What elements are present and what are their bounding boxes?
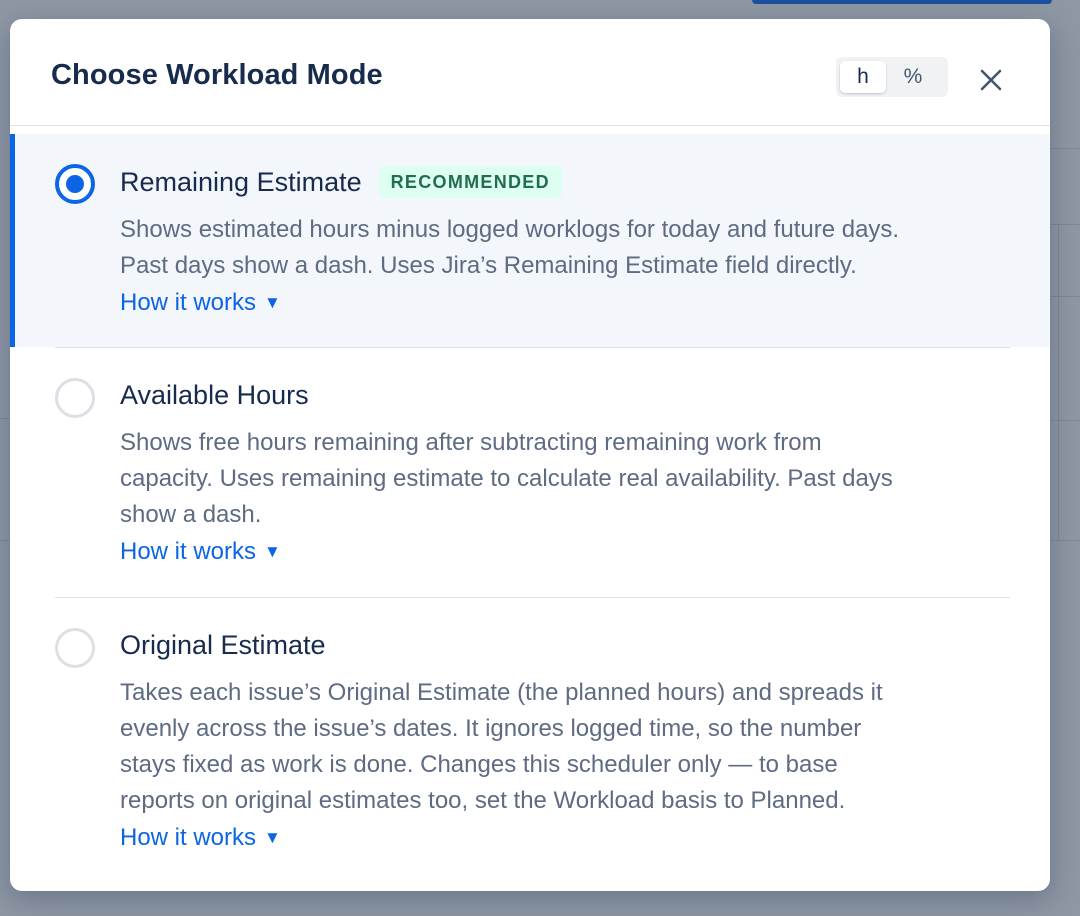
workload-mode-modal: Choose Workload Mode h % Remaining Estim… [10,19,1050,891]
background-grid-line [1050,224,1080,225]
option-description: Shows free hours remaining after subtrac… [120,425,1020,533]
how-it-works-label: How it works [120,824,257,851]
unit-hours-button[interactable]: h [840,61,886,93]
option-description-line: capacity. Uses remaining estimate to cal… [120,465,893,492]
caret-down-icon: ▼ [264,293,281,312]
background-primary-button [752,0,1052,4]
option-description: Shows estimated hours minus logged workl… [120,212,1020,284]
option-title-row: Original Estimate [120,630,326,661]
caret-down-icon: ▼ [264,542,281,561]
option-description-line: reports on original estimates too, set t… [120,787,846,814]
option-original-estimate[interactable]: Original Estimate Takes each issue’s Ori… [10,598,1050,888]
close-button[interactable] [974,63,1008,97]
radio-available-hours[interactable] [55,378,95,418]
option-title-row: Available Hours [120,380,309,411]
background-grid-line [0,540,10,541]
modal-header: Choose Workload Mode h % [10,19,1050,126]
unit-percent-button[interactable]: % [890,61,936,93]
option-description-line: stays fixed as work is done. Changes thi… [120,751,838,778]
option-description-line: show a dash. [120,501,262,528]
unit-toggle: h % [836,57,948,97]
modal-title: Choose Workload Mode [51,59,383,91]
close-icon [980,69,1002,91]
background-grid-line [1050,148,1080,149]
option-description-line: Shows estimated hours minus logged workl… [120,216,900,243]
option-title: Available Hours [120,380,309,410]
option-description: Takes each issue’s Original Estimate (th… [120,675,1020,819]
how-it-works-label: How it works [120,289,257,316]
radio-remaining-estimate[interactable] [55,164,95,204]
option-title-row: Remaining Estimate RECOMMENDED [120,166,562,198]
caret-down-icon: ▼ [264,828,281,847]
option-remaining-estimate[interactable]: Remaining Estimate RECOMMENDED Shows est… [10,134,1050,347]
selected-accent-bar [10,134,15,347]
option-available-hours[interactable]: Available Hours Shows free hours remaini… [10,348,1050,597]
how-it-works-link[interactable]: How it works ▼ [120,289,281,317]
option-description-line: evenly across the issue’s dates. It igno… [120,715,862,742]
option-title: Original Estimate [120,630,326,660]
recommended-badge: RECOMMENDED [378,166,562,198]
option-description-line: Takes each issue’s Original Estimate (th… [120,679,883,706]
background-grid-line [0,418,10,419]
background-grid-line [1050,540,1080,541]
radio-original-estimate[interactable] [55,628,95,668]
how-it-works-link[interactable]: How it works ▼ [120,824,281,852]
background-grid-line [1050,296,1080,297]
how-it-works-link[interactable]: How it works ▼ [120,538,281,566]
background-grid-line [1058,224,1059,540]
radio-dot [66,175,84,193]
background-grid-line [1050,420,1080,421]
option-description-line: Past days show a dash. Uses Jira’s Remai… [120,252,857,279]
option-description-line: Shows free hours remaining after subtrac… [120,429,822,456]
how-it-works-label: How it works [120,538,257,565]
option-title: Remaining Estimate [120,166,362,197]
